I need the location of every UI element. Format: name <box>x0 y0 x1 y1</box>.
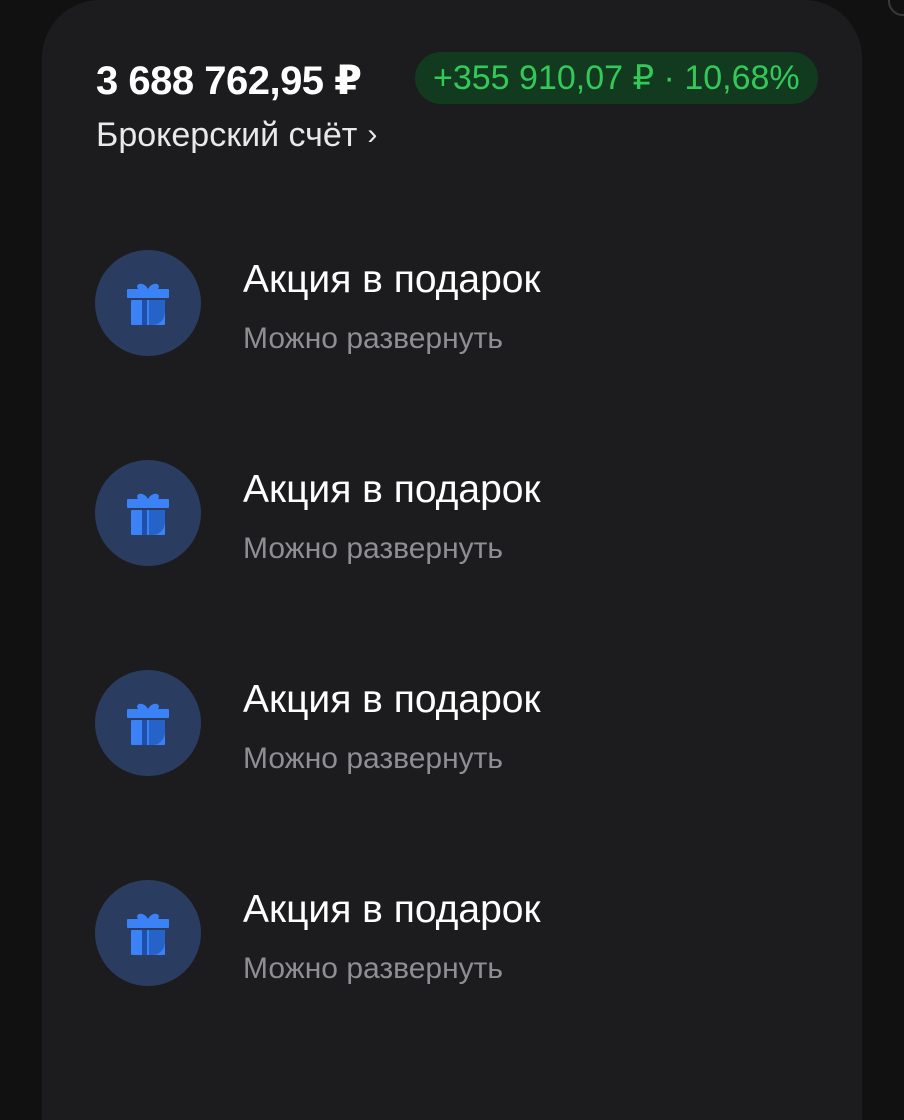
account-name: Брокерский счёт <box>96 116 358 154</box>
gift-share-item[interactable]: Акция в подарок Можно развернуть <box>95 250 815 356</box>
gift-icon <box>95 670 201 776</box>
item-subtitle: Можно развернуть <box>243 322 504 355</box>
profit-badge: +355 910,07 ₽ · 10,68% <box>415 52 818 104</box>
item-title: Акция в подарок <box>243 888 541 931</box>
item-title: Акция в подарок <box>243 258 541 301</box>
gift-icon <box>95 880 201 986</box>
account-balance: 3 688 762,95 ₽ <box>96 59 362 103</box>
portfolio-card: 3 688 762,95 ₽ +355 910,07 ₽ · 10,68% Бр… <box>42 0 862 1120</box>
chevron-right-icon: › <box>367 118 378 151</box>
item-title: Акция в подарок <box>243 468 541 511</box>
item-subtitle: Можно развернуть <box>243 952 504 985</box>
gift-icon <box>95 460 201 566</box>
gift-share-item[interactable]: Акция в подарок Можно развернуть <box>95 880 815 986</box>
item-subtitle: Можно развернуть <box>243 742 504 775</box>
account-link[interactable]: Брокерский счёт › <box>96 114 377 156</box>
gift-icon <box>95 250 201 356</box>
scroll-indicator-arc <box>888 0 904 16</box>
item-subtitle: Можно развернуть <box>243 532 504 565</box>
item-title: Акция в подарок <box>243 678 541 721</box>
gift-share-item[interactable]: Акция в подарок Можно развернуть <box>95 670 815 776</box>
gift-share-item[interactable]: Акция в подарок Можно развернуть <box>95 460 815 566</box>
